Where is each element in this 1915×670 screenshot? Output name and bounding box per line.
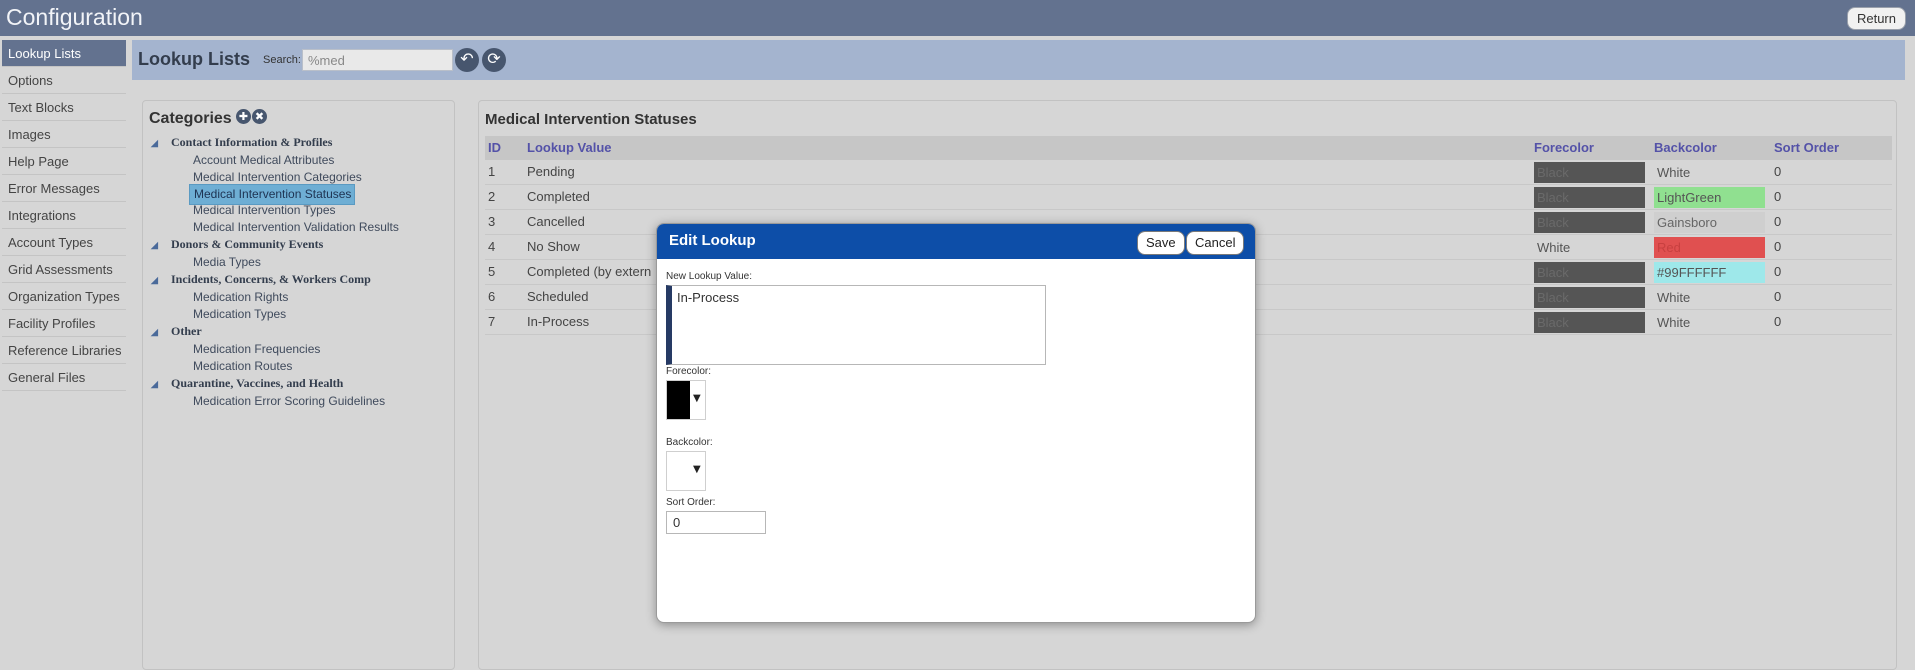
- save-button[interactable]: Save: [1137, 231, 1185, 255]
- modal-overlay: Edit Lookup Save Cancel New Lookup Value…: [0, 0, 1915, 664]
- dialog-title-bar: Edit Lookup Save Cancel: [657, 224, 1255, 259]
- backcolor-picker[interactable]: ▼: [666, 451, 706, 491]
- forecolor-picker[interactable]: ▼: [666, 380, 706, 420]
- sort-order-input[interactable]: [666, 511, 766, 534]
- dropdown-arrow-icon[interactable]: ▼: [693, 464, 701, 475]
- backcolor-label: Backcolor:: [666, 437, 713, 448]
- lookup-value-input[interactable]: In-Process: [666, 285, 1046, 365]
- edit-lookup-dialog: Edit Lookup Save Cancel New Lookup Value…: [656, 223, 1256, 623]
- dialog-title: Edit Lookup: [669, 232, 756, 249]
- cancel-button[interactable]: Cancel: [1186, 231, 1245, 255]
- backcolor-chip: [667, 452, 690, 490]
- sort-order-label: Sort Order:: [666, 497, 716, 508]
- dropdown-arrow-icon[interactable]: ▼: [693, 393, 701, 404]
- lookup-value-label: New Lookup Value:: [666, 271, 752, 282]
- forecolor-label: Forecolor:: [666, 366, 712, 377]
- forecolor-chip: [667, 381, 690, 419]
